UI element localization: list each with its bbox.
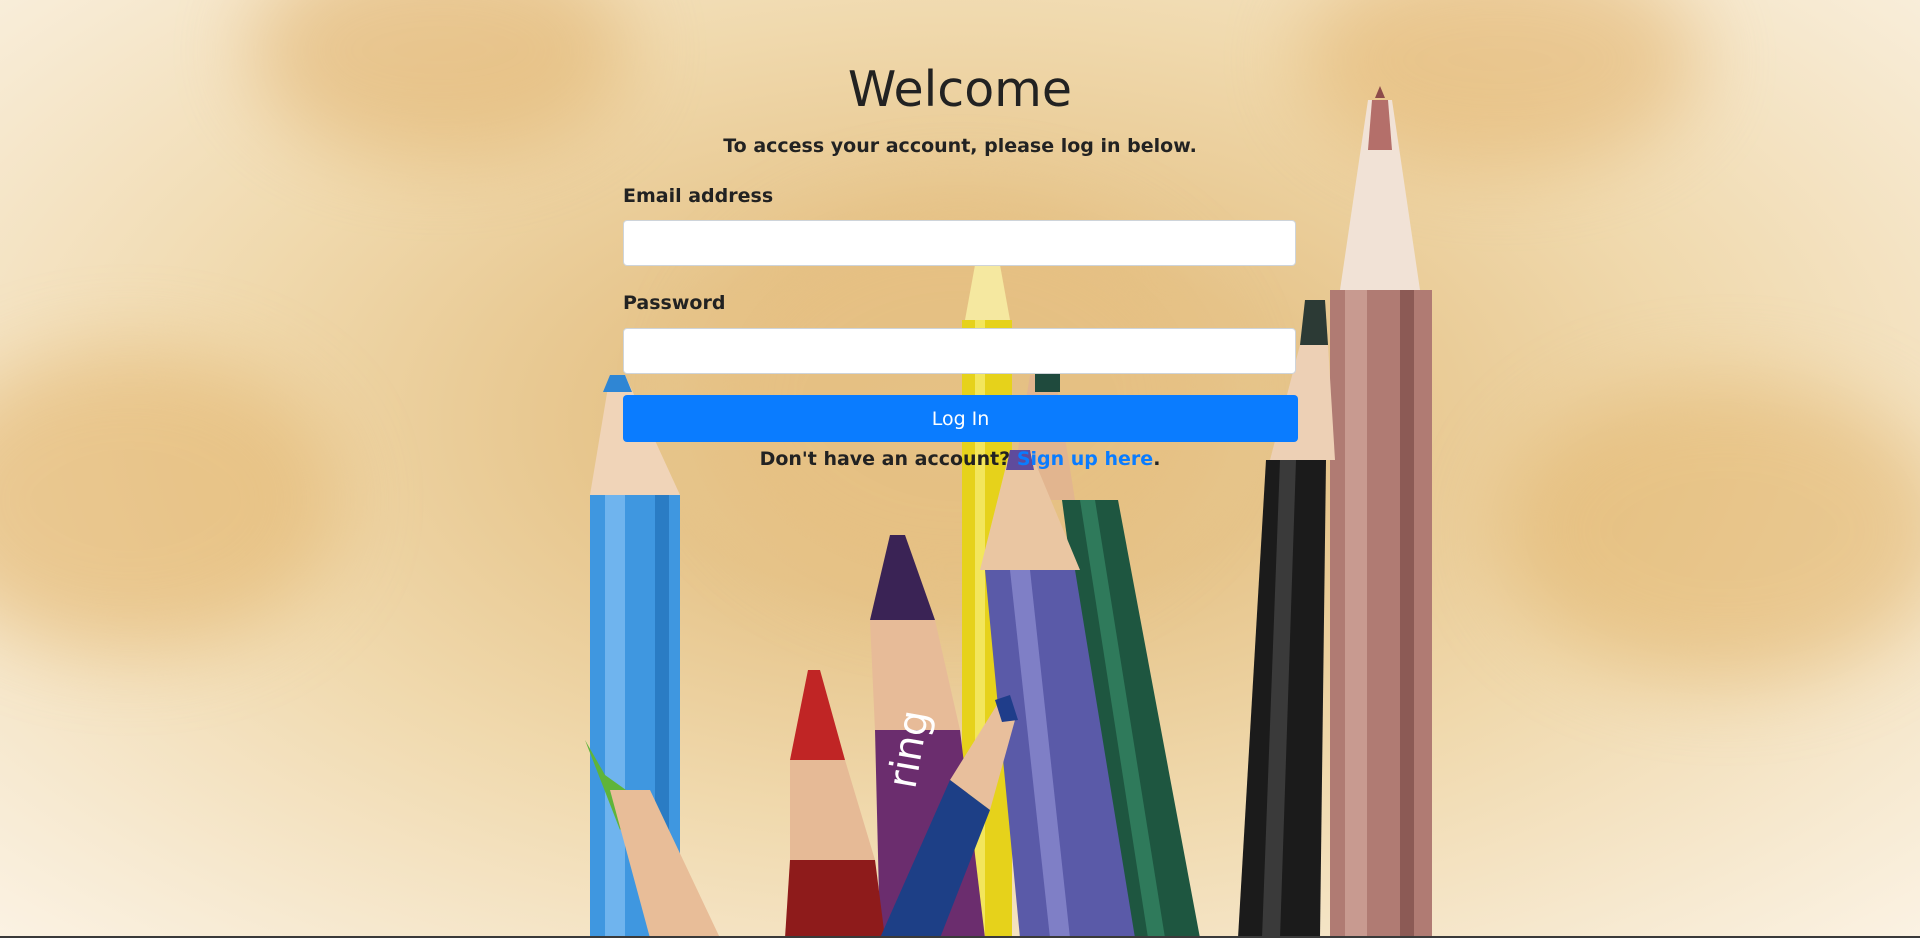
password-label: Password [623, 292, 726, 314]
page-subtitle: To access your account, please log in be… [723, 135, 1197, 157]
login-page: Welcome To access your account, please l… [0, 0, 1920, 938]
password-field[interactable] [623, 328, 1296, 374]
signup-suffix: . [1153, 448, 1161, 470]
email-field[interactable] [623, 220, 1296, 266]
login-button[interactable]: Log In [623, 395, 1298, 442]
page-title: Welcome [847, 61, 1073, 118]
signup-link[interactable]: Sign up here [1017, 448, 1153, 470]
signup-prompt-text: Don't have an account? [759, 448, 1011, 470]
signup-prompt: Don't have an account? Sign up here. [0, 446, 1920, 472]
email-label: Email address [623, 185, 774, 207]
